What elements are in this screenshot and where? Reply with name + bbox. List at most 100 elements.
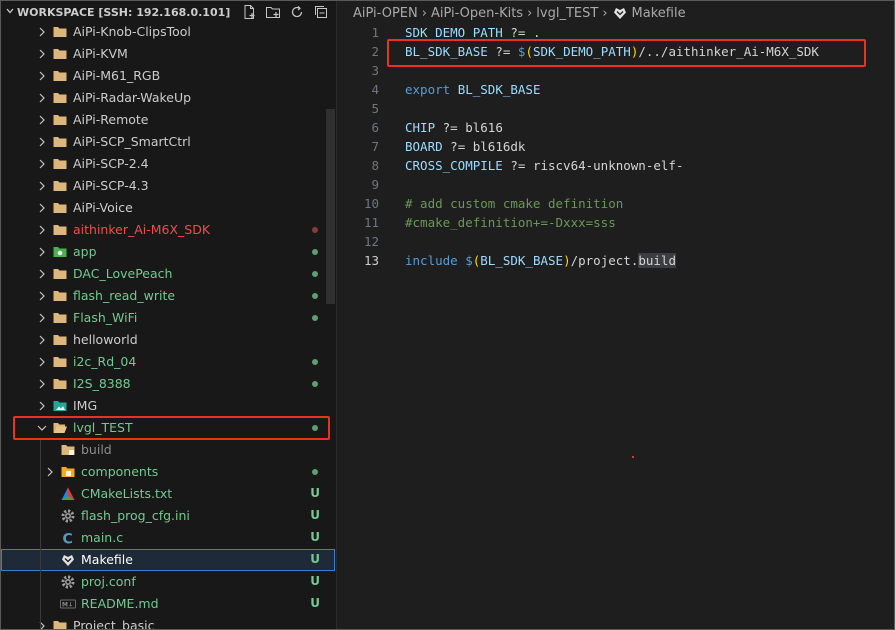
tree-item-folder[interactable]: AiPi-SCP-2.4 [1,153,335,175]
chevron-down-icon[interactable] [5,6,17,19]
chevron-right-icon[interactable] [35,619,49,629]
collapse-all-icon[interactable] [312,3,330,21]
tree-item-folder[interactable]: i2c_Rd_04 [1,351,335,373]
folder-icon [52,618,68,629]
code-line: #cmake_definition+=-Dxxx=sss [405,215,616,230]
git-status-dot [312,469,318,475]
folder-icon [52,288,68,304]
tree-item-label: AiPi-Remote [73,112,149,127]
tree-item-file[interactable]: C main.c U [1,527,335,549]
tree-item-folder[interactable]: AiPi-Remote [1,109,335,131]
tree-item-folder[interactable]: Flash_WiFi [1,307,335,329]
chevron-right-icon[interactable] [35,289,49,303]
tree-item-folder[interactable]: app [1,241,335,263]
tree-item-label: README.md [81,596,159,611]
new-folder-icon[interactable] [264,3,282,21]
tree-item-folder[interactable]: AiPi-Radar-WakeUp [1,87,335,109]
tree-item-label: flash_prog_cfg.ini [81,508,190,523]
makefile-icon [612,5,628,21]
tree-item-label: Project_basic [73,618,155,629]
tree-item-folder[interactable]: DAC_LovePeach [1,263,335,285]
tree-item-label: CMakeLists.txt [81,486,173,501]
gear-icon [60,574,76,590]
tree-item-label: AiPi-Radar-WakeUp [73,90,192,105]
tree-item-file-selected[interactable]: Makefile U [1,549,335,571]
tree-item-folder[interactable]: IMG [1,395,335,417]
svg-text:M↓: M↓ [62,602,73,609]
chevron-right-icon[interactable] [35,201,49,215]
tree-item-folder[interactable]: components [1,461,335,483]
breadcrumb-item[interactable]: AiPi-Open-Kits [431,6,523,21]
app-folder-icon [52,244,68,260]
tree-item-folder[interactable]: build [1,439,335,461]
breadcrumb-item[interactable]: AiPi-OPEN [353,6,418,21]
tree-item-folder[interactable]: AiPi-SCP_SmartCtrl [1,131,335,153]
tree-item-folder[interactable]: Project_basic [1,615,335,629]
line-number: 3 [371,63,379,78]
tree-item-folder[interactable]: helloworld [1,329,335,351]
tree-item-folder[interactable]: AiPi-Knob-ClipsTool [1,21,335,43]
code-line: export BL_SDK_BASE [405,82,541,97]
chevron-right-icon[interactable] [35,47,49,61]
image-folder-icon [52,398,68,414]
chevron-right-icon: › [527,5,533,21]
tree-item-file[interactable]: flash_prog_cfg.ini U [1,505,335,527]
breadcrumb: AiPi-OPEN › AiPi-Open-Kits › lvgl_TEST ›… [353,5,686,21]
chevron-right-icon[interactable] [35,69,49,83]
components-folder-icon [60,464,76,480]
git-status-dot [312,227,318,233]
tree-item-folder[interactable]: I2S_8388 [1,373,335,395]
chevron-right-icon[interactable] [35,135,49,149]
sidebar-scrollbar[interactable] [326,109,335,304]
tree-item-label: helloworld [73,332,138,347]
tree-item-folder[interactable]: AiPi-Voice [1,197,335,219]
tree-item-label: main.c [81,530,124,545]
tree-item-label: i2c_Rd_04 [73,354,137,369]
tree-item-label: aithinker_Ai-M6X_SDK [73,222,211,237]
tree-item-file[interactable]: M↓ README.md U [1,593,335,615]
tree-item-label: Makefile [81,552,133,567]
breadcrumb-item[interactable]: lvgl_TEST [536,6,598,21]
tree-item-folder[interactable]: AiPi-SCP-4.3 [1,175,335,197]
tree-item-file[interactable]: proj.conf U [1,571,335,593]
chevron-right-icon[interactable] [35,113,49,127]
chevron-right-icon[interactable] [35,267,49,281]
tree-item-folder[interactable]: AiPi-M61_RGB [1,65,335,87]
tree-item-label: AiPi-SCP_SmartCtrl [73,134,191,149]
line-number: 2 [371,44,379,59]
code-line: # add custom cmake definition [405,196,624,211]
chevron-right-icon[interactable] [35,311,49,325]
chevron-right-icon[interactable] [35,91,49,105]
line-number: 4 [371,82,379,97]
chevron-right-icon[interactable] [35,333,49,347]
git-status-dot [312,293,318,299]
tree-item-folder[interactable]: AiPi-KVM [1,43,335,65]
breadcrumb-item[interactable]: Makefile [632,6,686,21]
line-number: 6 [371,120,379,135]
line-number: 12 [363,234,379,249]
tree-item-folder[interactable]: aithinker_Ai-M6X_SDK [1,219,335,241]
chevron-right-icon[interactable] [35,25,49,39]
workspace-title[interactable]: WORKSPACE [SSH: 192.168.0.101] [5,6,230,19]
line-number: 5 [371,101,379,116]
line-number-current: 13 [363,253,379,268]
chevron-right-icon[interactable] [35,179,49,193]
chevron-right-icon[interactable] [35,355,49,369]
chevron-right-icon[interactable] [43,465,57,479]
code-line: CHIP ?= bl616 [405,120,503,135]
explorer-sidebar: WORKSPACE [SSH: 192.168.0.101] AiPi-Knob… [1,1,337,629]
chevron-right-icon[interactable] [35,223,49,237]
git-status-badge: U [310,508,320,522]
code-line: BOARD ?= bl616dk [405,139,526,154]
chevron-right-icon[interactable] [35,157,49,171]
tree-item-folder[interactable]: flash_read_write [1,285,335,307]
tree-item-label: AiPi-SCP-4.3 [73,178,149,193]
chevron-right-icon[interactable] [35,377,49,391]
chevron-right-icon[interactable] [35,399,49,413]
tree-item-label: AiPi-Knob-ClipsTool [73,24,191,39]
chevron-right-icon[interactable] [35,245,49,259]
tree-item-label: AiPi-KVM [73,46,128,61]
new-file-icon[interactable] [240,3,258,21]
refresh-icon[interactable] [288,3,306,21]
tree-item-file[interactable]: CMakeLists.txt U [1,483,335,505]
